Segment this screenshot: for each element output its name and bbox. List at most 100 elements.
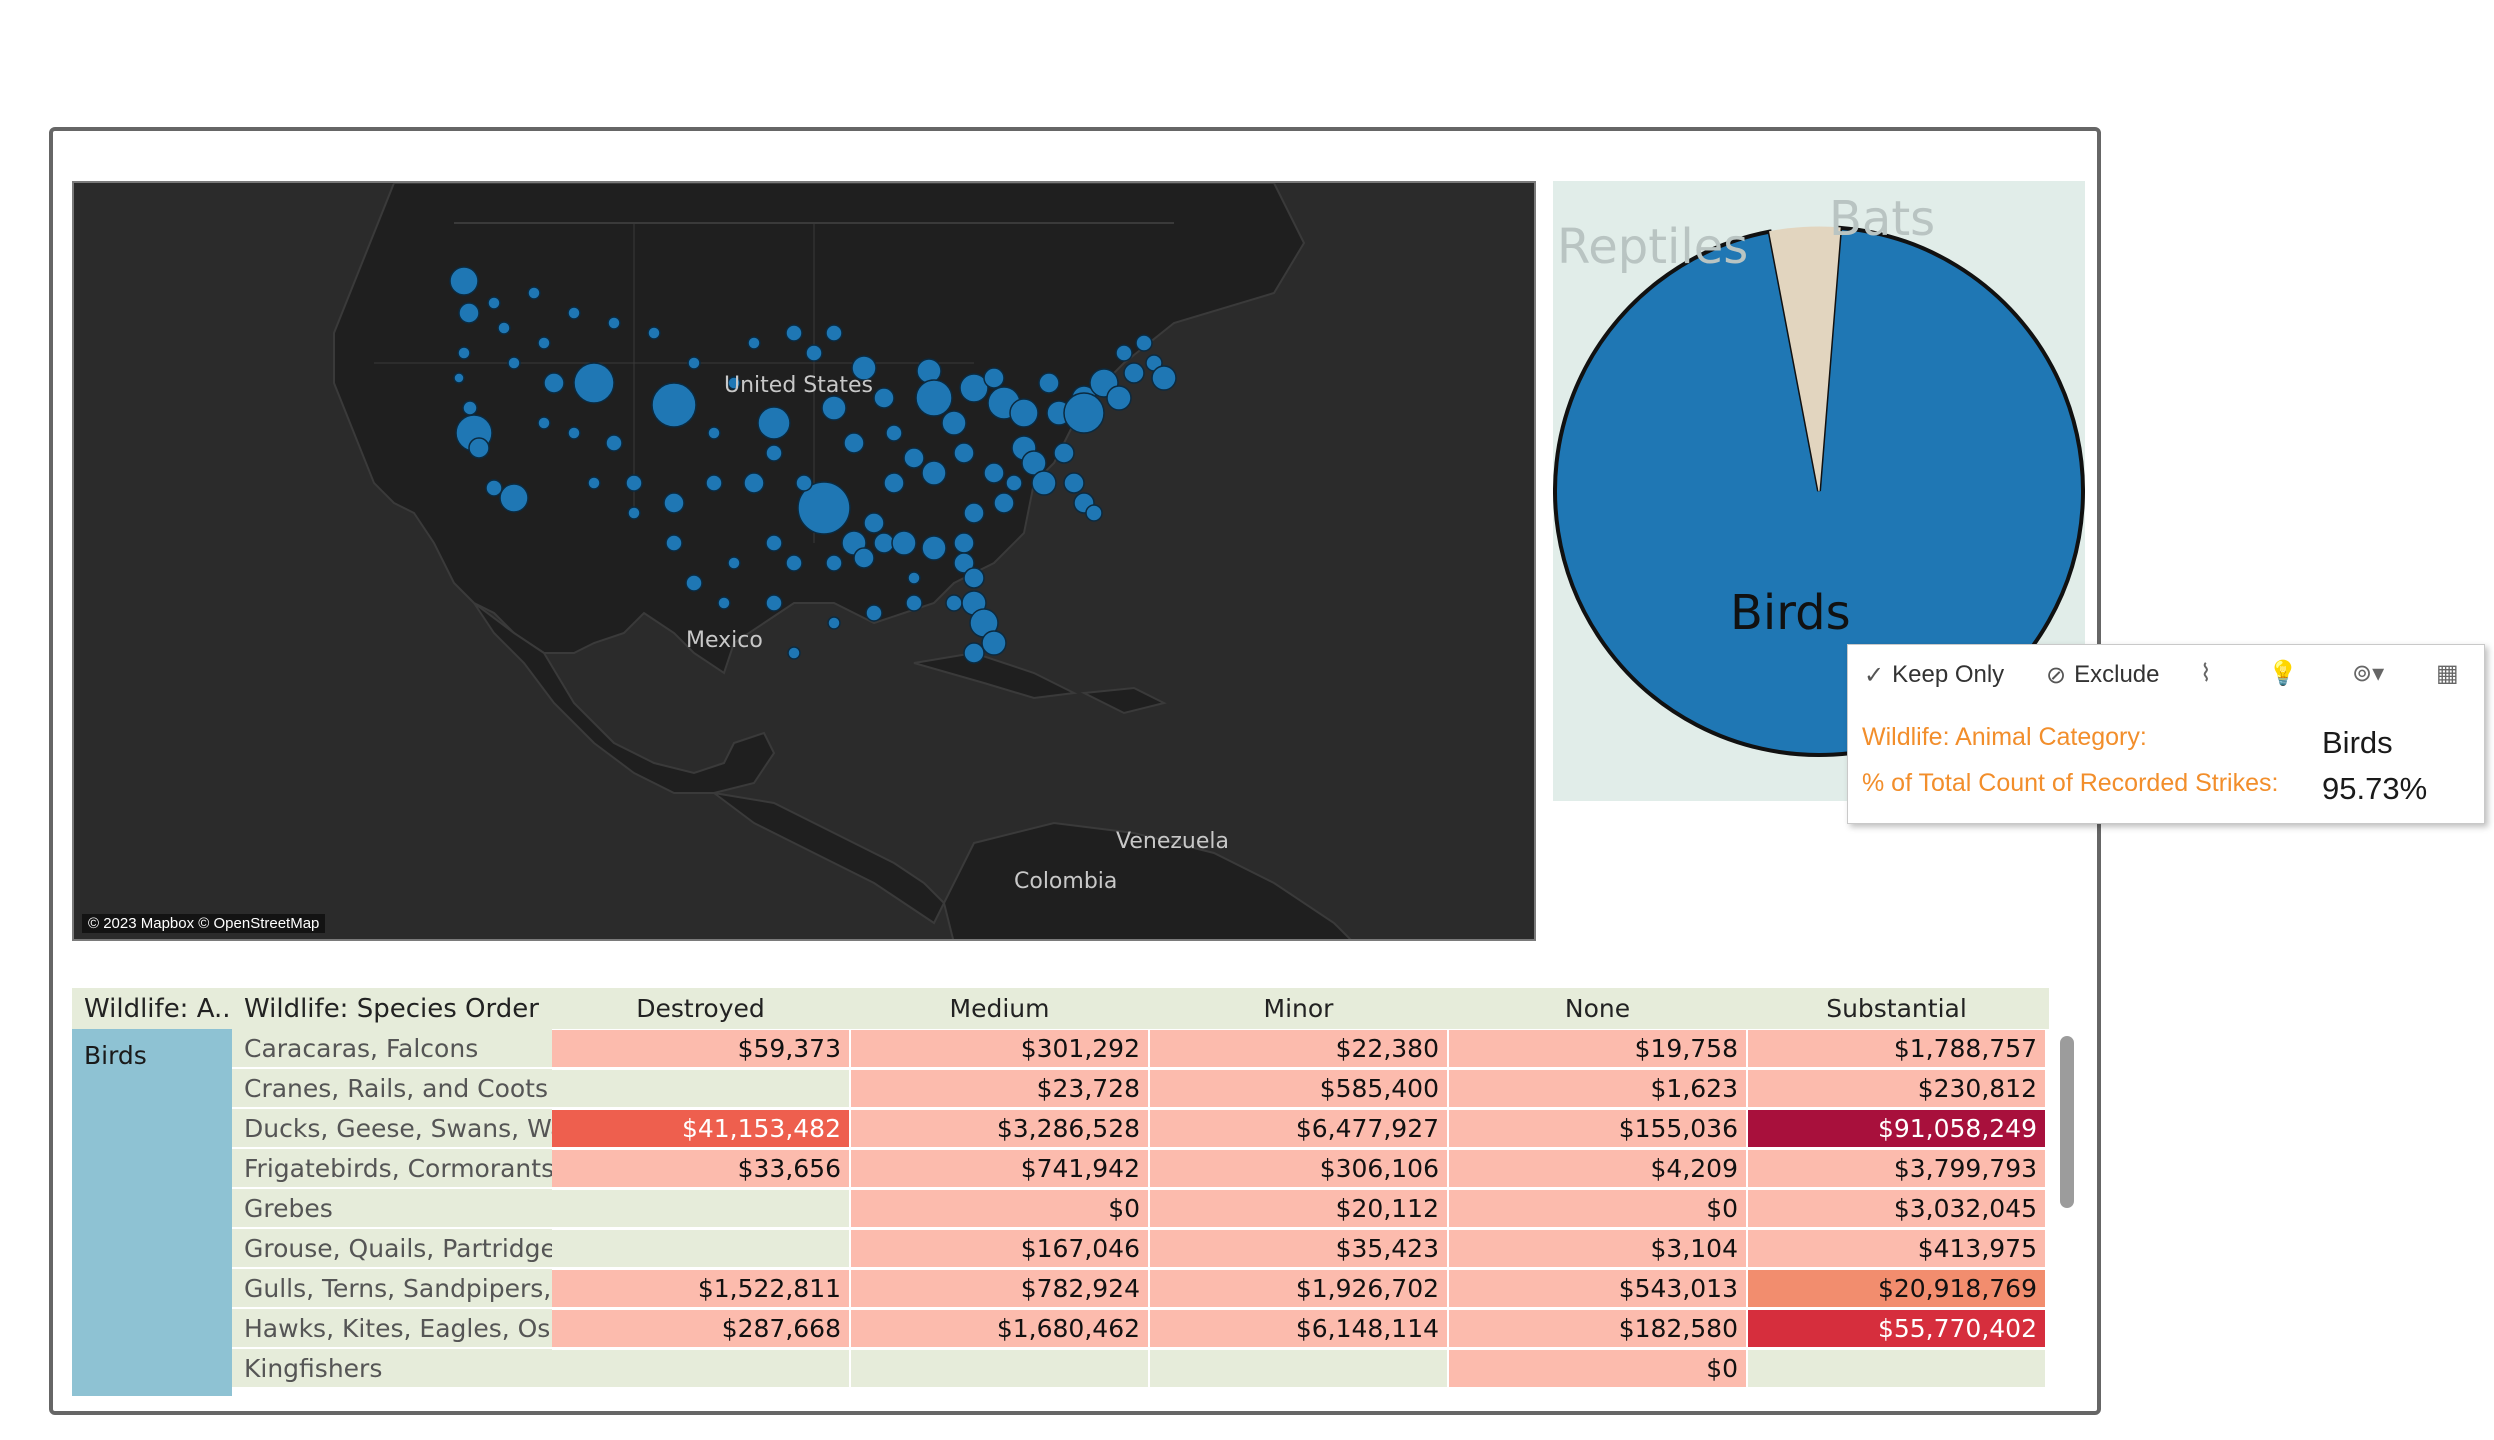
strike-point[interactable] — [765, 534, 783, 552]
strike-point[interactable] — [487, 296, 501, 310]
strike-point[interactable] — [983, 462, 1005, 484]
strike-point[interactable] — [468, 437, 490, 459]
row-label-species-order[interactable]: Caracaras, Falcons — [232, 1029, 552, 1067]
strike-point[interactable] — [1031, 470, 1057, 496]
row-label-species-order[interactable]: Hawks, Kites, Eagles, Osp.. — [232, 1309, 552, 1347]
table-cell[interactable]: $19,758 — [1449, 1030, 1746, 1067]
row-label-species-order[interactable]: Kingfishers — [232, 1349, 552, 1387]
strike-point[interactable] — [665, 534, 683, 552]
strike-point[interactable] — [573, 362, 615, 404]
table-cell[interactable]: $413,975 — [1748, 1230, 2045, 1267]
table-cell[interactable] — [1748, 1350, 2045, 1387]
header-damage-destroyed[interactable]: Destroyed — [552, 988, 849, 1029]
strike-point[interactable] — [963, 567, 985, 589]
paperclip-icon[interactable]: ⌇ — [2200, 659, 2212, 687]
strike-point[interactable] — [707, 426, 721, 440]
strike-point[interactable] — [787, 646, 801, 660]
strike-point[interactable] — [916, 358, 942, 384]
strike-point[interactable] — [627, 506, 641, 520]
strike-point[interactable] — [1063, 392, 1105, 434]
strike-point[interactable] — [717, 596, 731, 610]
strike-point[interactable] — [607, 316, 621, 330]
table-cell[interactable]: $543,013 — [1449, 1270, 1746, 1307]
row-label-species-order[interactable]: Grebes — [232, 1189, 552, 1227]
header-species-order[interactable]: Wildlife: Species Order — [232, 988, 552, 1029]
view-data-icon[interactable]: ▦ — [2436, 659, 2459, 687]
table-cell[interactable]: $741,942 — [851, 1150, 1148, 1187]
keep-only-button[interactable]: ✓ Keep Only — [1864, 659, 2004, 691]
table-cell[interactable]: $20,918,769 — [1748, 1270, 2045, 1307]
strike-point[interactable] — [663, 492, 685, 514]
strike-point[interactable] — [1063, 472, 1085, 494]
table-cell[interactable]: $23,728 — [851, 1070, 1148, 1107]
map-attribution[interactable]: © 2023 Mapbox © OpenStreetMap — [82, 914, 326, 933]
table-cell[interactable] — [552, 1350, 849, 1387]
strike-point[interactable] — [873, 387, 895, 409]
strike-point[interactable] — [543, 372, 565, 394]
strike-point[interactable] — [1085, 504, 1103, 522]
row-label-species-order[interactable]: Grouse, Quails, Partridge.. — [232, 1229, 552, 1267]
table-cell[interactable]: $91,058,249 — [1748, 1110, 2045, 1147]
strike-point[interactable] — [843, 432, 865, 454]
header-damage-minor[interactable]: Minor — [1150, 988, 1447, 1029]
strike-point[interactable] — [825, 554, 843, 572]
strike-point[interactable] — [625, 474, 643, 492]
strike-point[interactable] — [963, 642, 985, 664]
strike-point[interactable] — [963, 502, 985, 524]
strike-point[interactable] — [453, 372, 465, 384]
row-label-species-order[interactable]: Frigatebirds, Cormorants,.. — [232, 1149, 552, 1187]
strike-point[interactable] — [1005, 474, 1023, 492]
table-cell[interactable] — [552, 1190, 849, 1227]
strike-point[interactable] — [953, 532, 975, 554]
strike-point[interactable] — [457, 346, 471, 360]
strike-point[interactable] — [605, 434, 623, 452]
strike-point[interactable] — [1151, 365, 1177, 391]
table-scrollbar[interactable] — [2060, 1036, 2074, 1208]
cost-table[interactable]: Wildlife: A.. Wildlife: Species Order De… — [72, 988, 2049, 1396]
strike-point[interactable] — [757, 406, 791, 440]
group-members-icon[interactable]: ⊚▾ — [2352, 659, 2384, 687]
strike-point[interactable] — [567, 306, 581, 320]
strike-point[interactable] — [993, 492, 1015, 514]
strike-point[interactable] — [905, 594, 923, 612]
header-animal-category[interactable]: Wildlife: A.. — [72, 988, 232, 1029]
table-cell[interactable]: $59,373 — [552, 1030, 849, 1067]
strike-point[interactable] — [507, 356, 521, 370]
table-cell[interactable]: $3,286,528 — [851, 1110, 1148, 1147]
table-cell[interactable]: $1,623 — [1449, 1070, 1746, 1107]
table-cell[interactable] — [552, 1230, 849, 1267]
strike-point[interactable] — [853, 547, 875, 569]
table-cell[interactable]: $1,926,702 — [1150, 1270, 1447, 1307]
table-cell[interactable]: $287,668 — [552, 1310, 849, 1347]
strike-map[interactable]: United States Mexico Venezuela Colombia … — [72, 181, 1536, 941]
table-cell[interactable]: $306,106 — [1150, 1150, 1447, 1187]
strike-point[interactable] — [727, 556, 741, 570]
strike-point[interactable] — [747, 336, 761, 350]
strike-point[interactable] — [805, 344, 823, 362]
lightbulb-icon[interactable]: 💡 — [2268, 659, 2298, 687]
strike-point[interactable] — [1123, 362, 1145, 384]
strike-point[interactable] — [651, 382, 697, 428]
table-cell[interactable]: $167,046 — [851, 1230, 1148, 1267]
strike-point[interactable] — [981, 630, 1007, 656]
strike-point[interactable] — [945, 594, 963, 612]
strike-point[interactable] — [527, 286, 541, 300]
strike-point[interactable] — [485, 479, 503, 497]
table-cell[interactable] — [851, 1350, 1148, 1387]
table-cell[interactable]: $0 — [851, 1190, 1148, 1227]
strike-point[interactable] — [941, 410, 967, 436]
header-damage-none[interactable]: None — [1449, 988, 1746, 1029]
table-cell[interactable]: $782,924 — [851, 1270, 1148, 1307]
table-cell[interactable]: $182,580 — [1449, 1310, 1746, 1347]
table-cell[interactable]: $585,400 — [1150, 1070, 1447, 1107]
strike-point[interactable] — [499, 483, 529, 513]
strike-point[interactable] — [497, 321, 511, 335]
strike-point[interactable] — [827, 616, 841, 630]
table-cell[interactable]: $155,036 — [1449, 1110, 1746, 1147]
category-column[interactable]: Birds — [72, 1029, 232, 1396]
header-damage-medium[interactable]: Medium — [851, 988, 1148, 1029]
strike-point[interactable] — [1009, 398, 1039, 428]
strike-point[interactable] — [685, 574, 703, 592]
row-label-species-order[interactable]: Cranes, Rails, and Coots — [232, 1069, 552, 1107]
table-cell[interactable]: $3,032,045 — [1748, 1190, 2045, 1227]
